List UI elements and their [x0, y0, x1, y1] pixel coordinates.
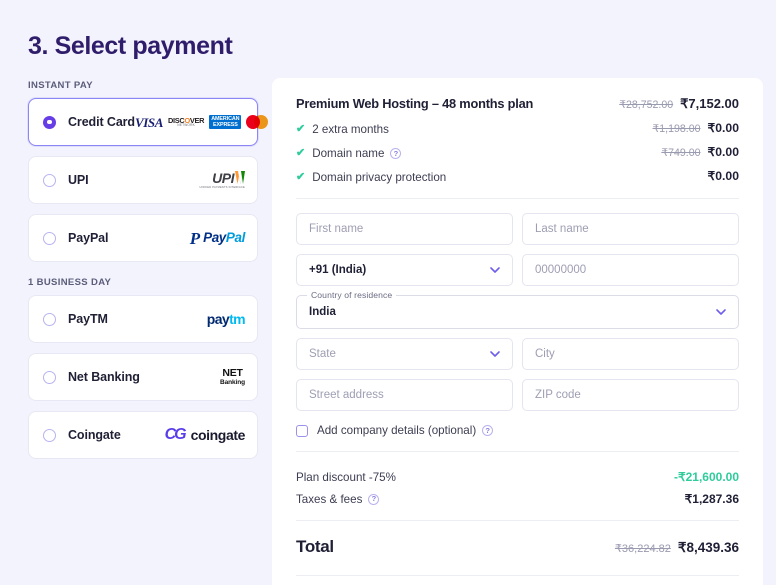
- payment-option-net-banking[interactable]: Net Banking NET Banking: [28, 353, 258, 401]
- discount-value: -₹21,600.00: [673, 470, 739, 484]
- zip-code-field[interactable]: ZIP code: [522, 379, 739, 411]
- total-value: ₹8,439.36: [677, 540, 739, 555]
- billing-form: First name Last name +91 (India) 0000000…: [296, 213, 739, 437]
- upi-arrow-icon: [235, 170, 245, 186]
- country-of-residence-select[interactable]: Country of residence India: [296, 290, 739, 329]
- plan-name: Premium Web Hosting – 48 months plan: [296, 96, 534, 111]
- order-summary-card: Premium Web Hosting – 48 months plan ₹28…: [272, 78, 763, 585]
- country-of-residence-label: Country of residence: [307, 290, 397, 300]
- radio-coingate[interactable]: [43, 428, 56, 442]
- city-field[interactable]: City: [522, 338, 739, 370]
- summary-item-row: ✔ 2 extra months ₹1,198.00 ₹0.00: [296, 121, 739, 136]
- card-brand-logos: VISA DISCOVER NETWORK AMERICAN EXPRESS: [134, 114, 269, 130]
- discount-row: Plan discount -75% -₹21,600.00: [296, 470, 739, 484]
- summary-item-row: ✔ Domain privacy protection ₹0.00: [296, 169, 739, 184]
- radio-credit-card[interactable]: [43, 115, 56, 129]
- info-icon[interactable]: ?: [482, 425, 494, 436]
- payment-option-label: Net Banking: [68, 370, 140, 384]
- payment-option-paytm[interactable]: PayTM paytm: [28, 295, 258, 343]
- divider: [296, 198, 739, 199]
- payment-group-label-instant: INSTANT PAY: [28, 80, 93, 91]
- state-select[interactable]: State: [296, 338, 513, 370]
- phone-placeholder: 00000000: [535, 264, 587, 276]
- state-placeholder: State: [309, 348, 336, 360]
- radio-net-banking[interactable]: [43, 370, 56, 384]
- zip-code-placeholder: ZIP code: [535, 389, 581, 401]
- street-address-field[interactable]: Street address: [296, 379, 513, 411]
- divider: [296, 520, 739, 521]
- coingate-mark-icon: CG: [164, 426, 187, 443]
- payment-option-paypal[interactable]: PayPal P PayPal: [28, 214, 258, 262]
- taxes-label: Taxes & fees: [296, 492, 363, 506]
- payment-option-label: Coingate: [68, 428, 121, 442]
- total-old-price: ₹36,224.82: [614, 543, 671, 555]
- payment-option-label: PayPal: [68, 231, 109, 245]
- company-details-checkbox[interactable]: [296, 424, 308, 437]
- street-address-placeholder: Street address: [309, 389, 384, 401]
- summary-item-old-price: ₹749.00: [661, 147, 701, 159]
- discover-icon: DISCOVER NETWORK: [168, 115, 205, 128]
- city-placeholder: City: [535, 348, 555, 360]
- radio-upi[interactable]: [43, 173, 56, 187]
- checkout-page: 3. Select payment INSTANT PAY Credit Car…: [0, 0, 776, 585]
- net-banking-logo: NET Banking: [220, 367, 245, 386]
- first-name-placeholder: First name: [309, 223, 364, 235]
- summary-item-old-price: ₹1,198.00: [652, 123, 701, 135]
- summary-item-label: 2 extra months: [312, 123, 389, 136]
- phone-field[interactable]: 00000000: [522, 254, 739, 286]
- taxes-value: ₹1,287.36: [684, 492, 739, 506]
- payment-option-label: PayTM: [68, 312, 108, 326]
- country-code-value: +91 (India): [309, 264, 367, 276]
- summary-item-price: ₹0.00: [707, 169, 739, 183]
- summary-item-row: ✔ Domain name ? ₹749.00 ₹0.00: [296, 145, 739, 160]
- mastercard-icon: [246, 115, 269, 129]
- radio-paypal[interactable]: [43, 231, 56, 245]
- summary-plan-row: Premium Web Hosting – 48 months plan ₹28…: [296, 96, 739, 112]
- plan-old-price: ₹28,752.00: [619, 99, 674, 111]
- country-of-residence-value: India: [309, 306, 336, 318]
- radio-paytm[interactable]: [43, 312, 56, 326]
- summary-item-price: ₹0.00: [707, 121, 739, 135]
- summary-item-label: Domain name: [312, 147, 385, 160]
- paypal-logo: P PayPal: [189, 228, 246, 248]
- divider: [296, 575, 739, 576]
- last-name-placeholder: Last name: [535, 223, 589, 235]
- payment-option-label: Credit Card: [68, 115, 135, 129]
- payment-option-upi[interactable]: UPI UPI UNIFIED PAYMENTS INTERFACE: [28, 156, 258, 204]
- coingate-logo: CG coingate: [164, 426, 246, 443]
- check-icon: ✔: [296, 171, 306, 183]
- chevron-down-icon: [490, 266, 500, 275]
- totals-section: Plan discount -75% -₹21,600.00 Taxes & f…: [296, 470, 739, 576]
- info-icon[interactable]: ?: [368, 493, 380, 505]
- country-code-select[interactable]: +91 (India): [296, 254, 513, 286]
- upi-logo: UPI UNIFIED PAYMENTS INTERFACE: [199, 170, 245, 189]
- payment-methods-column: INSTANT PAY Credit Card VISA DISCOVER NE…: [28, 80, 269, 469]
- info-icon[interactable]: ?: [390, 148, 402, 159]
- summary-item-label: Domain privacy protection: [312, 171, 447, 184]
- payment-group-label-business-day: 1 BUSINESS DAY: [28, 277, 112, 288]
- visa-icon: VISA: [134, 114, 163, 130]
- divider: [296, 451, 739, 452]
- taxes-row: Taxes & fees ? ₹1,287.36: [296, 492, 739, 506]
- page-title: 3. Select payment: [28, 32, 233, 60]
- payment-option-coingate[interactable]: Coingate CG coingate: [28, 411, 258, 459]
- first-name-field[interactable]: First name: [296, 213, 513, 245]
- total-row: Total ₹36,224.82 ₹8,439.36: [296, 537, 739, 557]
- check-icon: ✔: [296, 147, 306, 159]
- company-details-label: Add company details (optional): [317, 424, 477, 437]
- company-details-checkbox-row[interactable]: Add company details (optional) ?: [296, 424, 739, 437]
- paypal-mark-icon: P: [189, 228, 201, 248]
- summary-item-price: ₹0.00: [707, 145, 739, 159]
- plan-price: ₹7,152.00: [680, 96, 739, 111]
- payment-option-label: UPI: [68, 173, 89, 187]
- chevron-down-icon: [490, 350, 500, 359]
- paytm-logo: paytm: [206, 311, 246, 327]
- chevron-down-icon: [716, 308, 726, 317]
- last-name-field[interactable]: Last name: [522, 213, 739, 245]
- payment-option-credit-card[interactable]: Credit Card VISA DISCOVER NETWORK AMERIC…: [28, 98, 269, 146]
- check-icon: ✔: [296, 123, 306, 135]
- total-label: Total: [296, 537, 334, 556]
- discount-label: Plan discount -75%: [296, 470, 396, 484]
- amex-icon: AMERICAN EXPRESS: [209, 114, 242, 130]
